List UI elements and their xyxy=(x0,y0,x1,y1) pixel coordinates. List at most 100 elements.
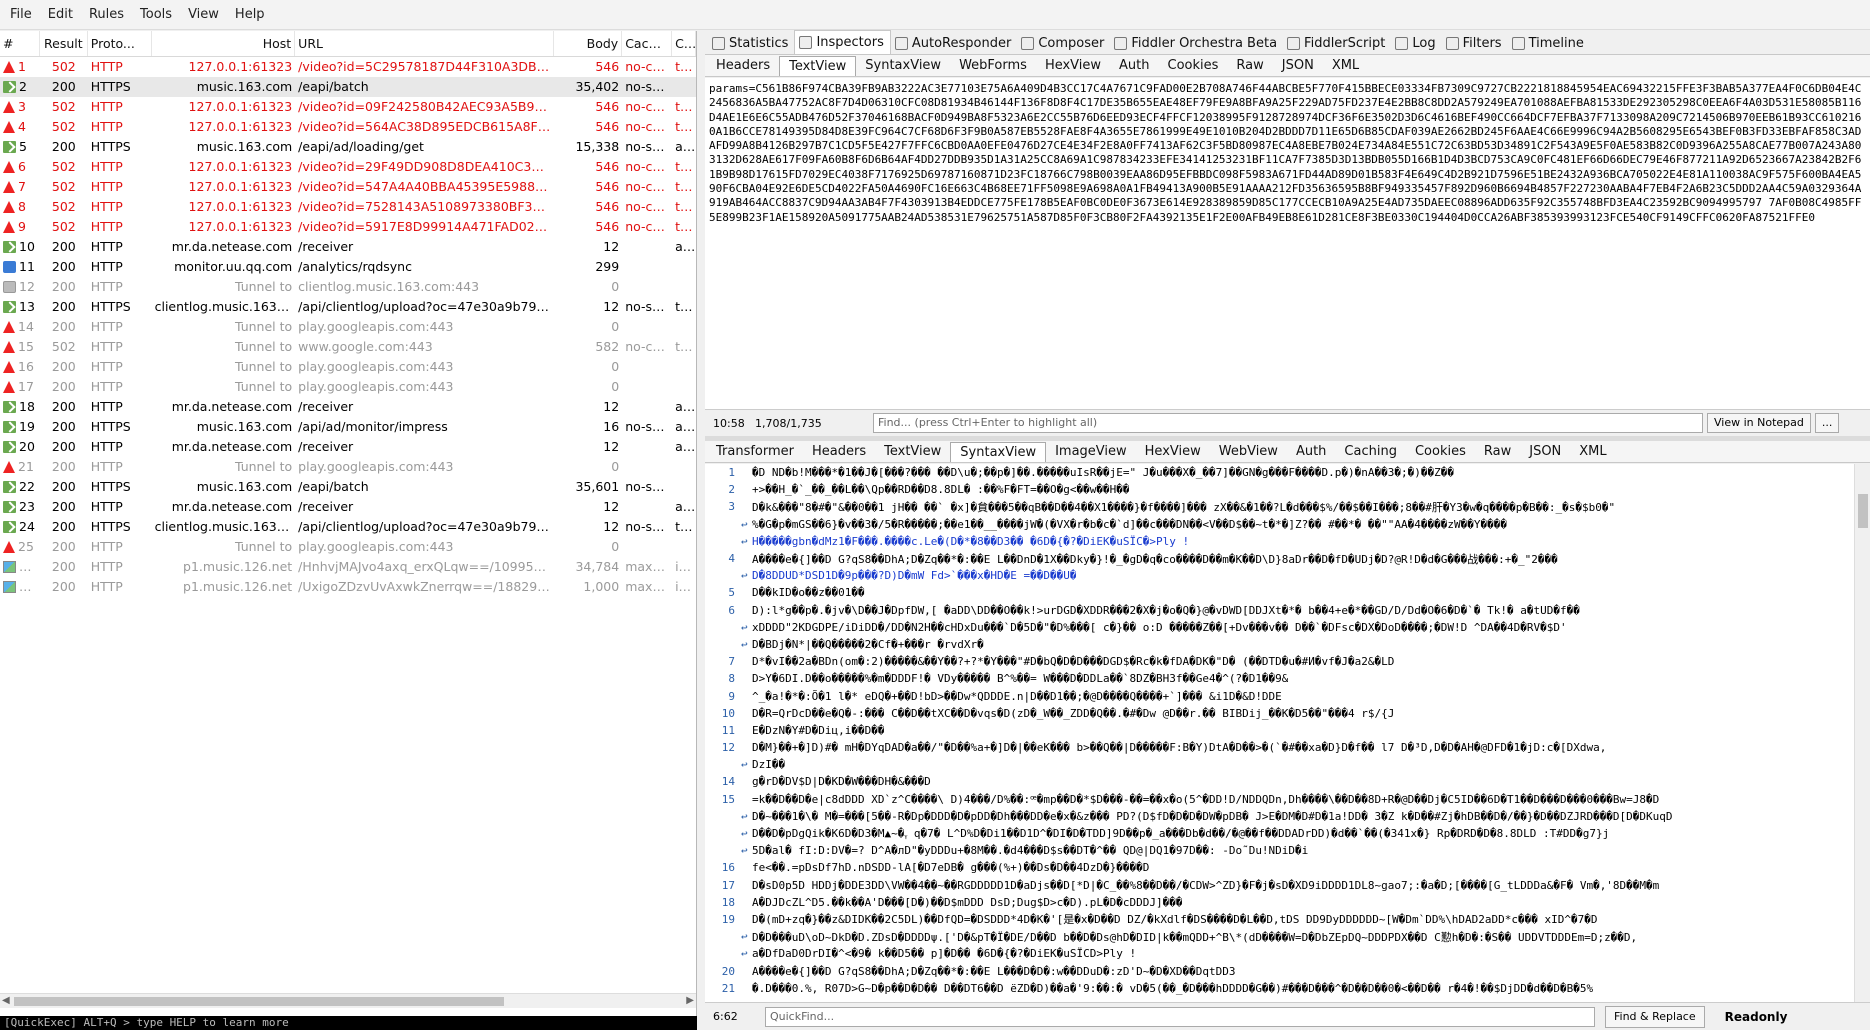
cell-body: 15,338 xyxy=(575,139,620,154)
tab-fiddlerscript[interactable]: FiddlerScript xyxy=(1283,32,1391,54)
request-tab-raw[interactable]: Raw xyxy=(1227,56,1272,76)
session-row[interactable]: 24 200 HTTPS clientlog.music.163.com/api/cl… xyxy=(0,517,696,537)
request-tab-syntaxview[interactable]: SyntaxView xyxy=(856,56,950,76)
response-tab-cookies[interactable]: Cookies xyxy=(1406,442,1475,462)
cell-body: 0 xyxy=(611,539,620,554)
quickfind-input[interactable]: QuickFind... xyxy=(765,1006,1595,1027)
session-row[interactable]: 1 502 HTTP 127.0.0.1:61323/video?id=5C29578… xyxy=(0,57,696,77)
request-tab-textview[interactable]: TextView xyxy=(779,56,857,76)
session-row[interactable]: 7 502 HTTP 127.0.0.1:61323/video?id=547A4A4… xyxy=(0,177,696,197)
request-body-textview[interactable]: params=C561B86F974CBA39FB9AB3222AC3E7710… xyxy=(705,78,1870,410)
session-row[interactable]: 9 502 HTTP 127.0.0.1:61323/video?id=5917E8D… xyxy=(0,217,696,237)
cell-url: /eapi/batch xyxy=(298,79,369,94)
scroll-left-arrow-icon[interactable]: ◀ xyxy=(2,995,10,1006)
response-tab-imageview[interactable]: ImageView xyxy=(1046,442,1136,462)
response-tab-hexview[interactable]: HexView xyxy=(1136,442,1210,462)
cell-host: mr.da.netease.com xyxy=(171,439,293,454)
column-header[interactable]: # xyxy=(0,31,40,56)
tab-inspectors[interactable]: Inspectors xyxy=(794,30,891,54)
find-input[interactable]: Find... (press Ctrl+Enter to highlight a… xyxy=(873,413,1703,433)
horizontal-scrollbar[interactable]: ◀ ▶ xyxy=(0,993,696,1008)
session-row[interactable]: 21 200 HTTP Tunnel to play.googleapis.com:44… xyxy=(0,457,696,477)
tab-statistics[interactable]: Statistics xyxy=(708,32,794,54)
response-tab-textview[interactable]: TextView xyxy=(875,442,950,462)
session-row[interactable]: 23 200 HTTP mr.da.netease.com/receiver 12 app… xyxy=(0,497,696,517)
session-row[interactable]: 16 200 HTTP Tunnel to play.googleapis.com:44… xyxy=(0,357,696,377)
session-row[interactable]: 5 200 HTTPS music.163.com/eapi/ad/loading/g… xyxy=(0,137,696,157)
session-number: 14 xyxy=(18,319,34,334)
tab-composer[interactable]: Composer xyxy=(1017,32,1110,54)
session-row[interactable]: 13 200 HTTPS clientlog.music.163.com/api/cl… xyxy=(0,297,696,317)
session-row[interactable]: 2 200 HTTPS music.163.com/eapi/batch 35,402 n… xyxy=(0,77,696,97)
tab-filters[interactable]: Filters xyxy=(1442,32,1508,54)
tab-autoresponder[interactable]: AutoResponder xyxy=(891,32,1017,54)
cell-result: 502 xyxy=(51,199,76,214)
response-tab-json[interactable]: JSON xyxy=(1520,442,1570,462)
cell-result: 200 xyxy=(51,539,76,554)
session-row[interactable]: 11 200 HTTP monitor.uu.qq.com/analytics/rqd… xyxy=(0,257,696,277)
menu-view[interactable]: View xyxy=(180,0,227,30)
column-header[interactable]: Host xyxy=(152,31,296,56)
menu-tools[interactable]: Tools xyxy=(132,0,180,30)
menu-edit[interactable]: Edit xyxy=(40,0,81,30)
column-header[interactable]: URL xyxy=(295,31,555,56)
response-tab-syntaxview[interactable]: SyntaxView xyxy=(950,442,1047,462)
session-row[interactable]: 6 502 HTTP 127.0.0.1:61323/video?id=29F49DD… xyxy=(0,157,696,177)
session-number: 25 xyxy=(18,539,34,554)
vertical-scrollbar[interactable] xyxy=(1854,464,1870,1002)
cell-ctype: applic xyxy=(675,439,696,454)
session-row[interactable]: 18 200 HTTP mr.da.netease.com/receiver 12 app… xyxy=(0,397,696,417)
session-row[interactable]: 3 502 HTTP 127.0.0.1:61323/video?id=09F2425… xyxy=(0,97,696,117)
response-tab-caching[interactable]: Caching xyxy=(1335,442,1406,462)
session-row[interactable]: 10 200 HTTP mr.da.netease.com/receiver 12 app… xyxy=(0,237,696,257)
session-row[interactable]: 22 200 HTTPS music.163.com/eapi/batch 35,601… xyxy=(0,477,696,497)
menu-rules[interactable]: Rules xyxy=(81,0,132,30)
column-header[interactable]: Proto... xyxy=(88,31,152,56)
request-tab-cookies[interactable]: Cookies xyxy=(1159,56,1228,76)
tab-fiddler-orchestra-beta[interactable]: Fiddler Orchestra Beta xyxy=(1110,32,1283,54)
request-tab-webforms[interactable]: WebForms xyxy=(950,56,1036,76)
image-icon xyxy=(3,581,16,593)
cell-body: 12 xyxy=(603,439,620,454)
column-header[interactable]: Body xyxy=(554,31,623,56)
tab-log[interactable]: Log xyxy=(1391,32,1441,54)
session-row[interactable]: 15 502 HTTP Tunnel to www.google.com:443 582 n… xyxy=(0,337,696,357)
session-row[interactable]: 102 200 HTTP p1.music.126.net/UxigoZDzvUvAx… xyxy=(0,577,696,597)
response-tab-webview[interactable]: WebView xyxy=(1210,442,1287,462)
menu-file[interactable]: File xyxy=(2,0,40,30)
scroll-right-arrow-icon[interactable]: ▶ xyxy=(686,995,694,1006)
quickexec-bar[interactable]: [QuickExec] ALT+Q > type HELP to learn m… xyxy=(0,1016,697,1030)
response-tab-transformer[interactable]: Transformer xyxy=(707,442,803,462)
column-header[interactable]: Result xyxy=(40,31,88,56)
request-tab-auth[interactable]: Auth xyxy=(1110,56,1158,76)
cell-num: 8 xyxy=(0,197,40,217)
session-row[interactable]: 17 200 HTTP Tunnel to play.googleapis.com:44… xyxy=(0,377,696,397)
request-tab-headers[interactable]: Headers xyxy=(707,56,779,76)
scroll-thumb[interactable] xyxy=(1858,494,1868,528)
session-row[interactable]: 14 200 HTTP Tunnel to play.googleapis.com:44… xyxy=(0,317,696,337)
session-row[interactable]: 4 502 HTTP 127.0.0.1:61323/video?id=564AC38… xyxy=(0,117,696,137)
session-row[interactable]: 12 200 HTTP Tunnel to clientlog.music.163.co… xyxy=(0,277,696,297)
response-tab-raw[interactable]: Raw xyxy=(1475,442,1520,462)
column-header[interactable]: Caching xyxy=(622,31,673,56)
scroll-thumb[interactable] xyxy=(14,997,504,1006)
menu-help[interactable]: Help xyxy=(227,0,273,30)
view-in-notepad-button[interactable]: View in Notepad xyxy=(1707,413,1811,433)
column-header[interactable]: Conte xyxy=(672,31,696,56)
session-row[interactable]: 101 200 HTTP p1.music.126.net/HnhvjMAJvo4ax… xyxy=(0,557,696,577)
response-syntaxview[interactable]: 1 �D ND�b!M���*�1��J�[���?��� ��D\u�;��p�… xyxy=(705,464,1870,1002)
response-tab-headers[interactable]: Headers xyxy=(803,442,875,462)
session-row[interactable]: 19 200 HTTPS music.163.com/api/ad/monitor/i… xyxy=(0,417,696,437)
cell-result: 200 xyxy=(51,79,76,94)
request-tab-xml[interactable]: XML xyxy=(1323,56,1368,76)
response-tab-auth[interactable]: Auth xyxy=(1287,442,1335,462)
session-row[interactable]: 20 200 HTTP mr.da.netease.com/receiver 12 app… xyxy=(0,437,696,457)
tab-timeline[interactable]: Timeline xyxy=(1508,32,1590,54)
response-tab-xml[interactable]: XML xyxy=(1570,442,1615,462)
find-replace-button[interactable]: Find & Replace xyxy=(1605,1005,1705,1028)
request-tab-hexview[interactable]: HexView xyxy=(1036,56,1110,76)
more-options-button[interactable]: ... xyxy=(1814,413,1840,433)
session-row[interactable]: 8 502 HTTP 127.0.0.1:61323/video?id=7528143… xyxy=(0,197,696,217)
request-tab-json[interactable]: JSON xyxy=(1273,56,1323,76)
session-row[interactable]: 25 200 HTTP Tunnel to play.googleapis.com:44… xyxy=(0,537,696,557)
